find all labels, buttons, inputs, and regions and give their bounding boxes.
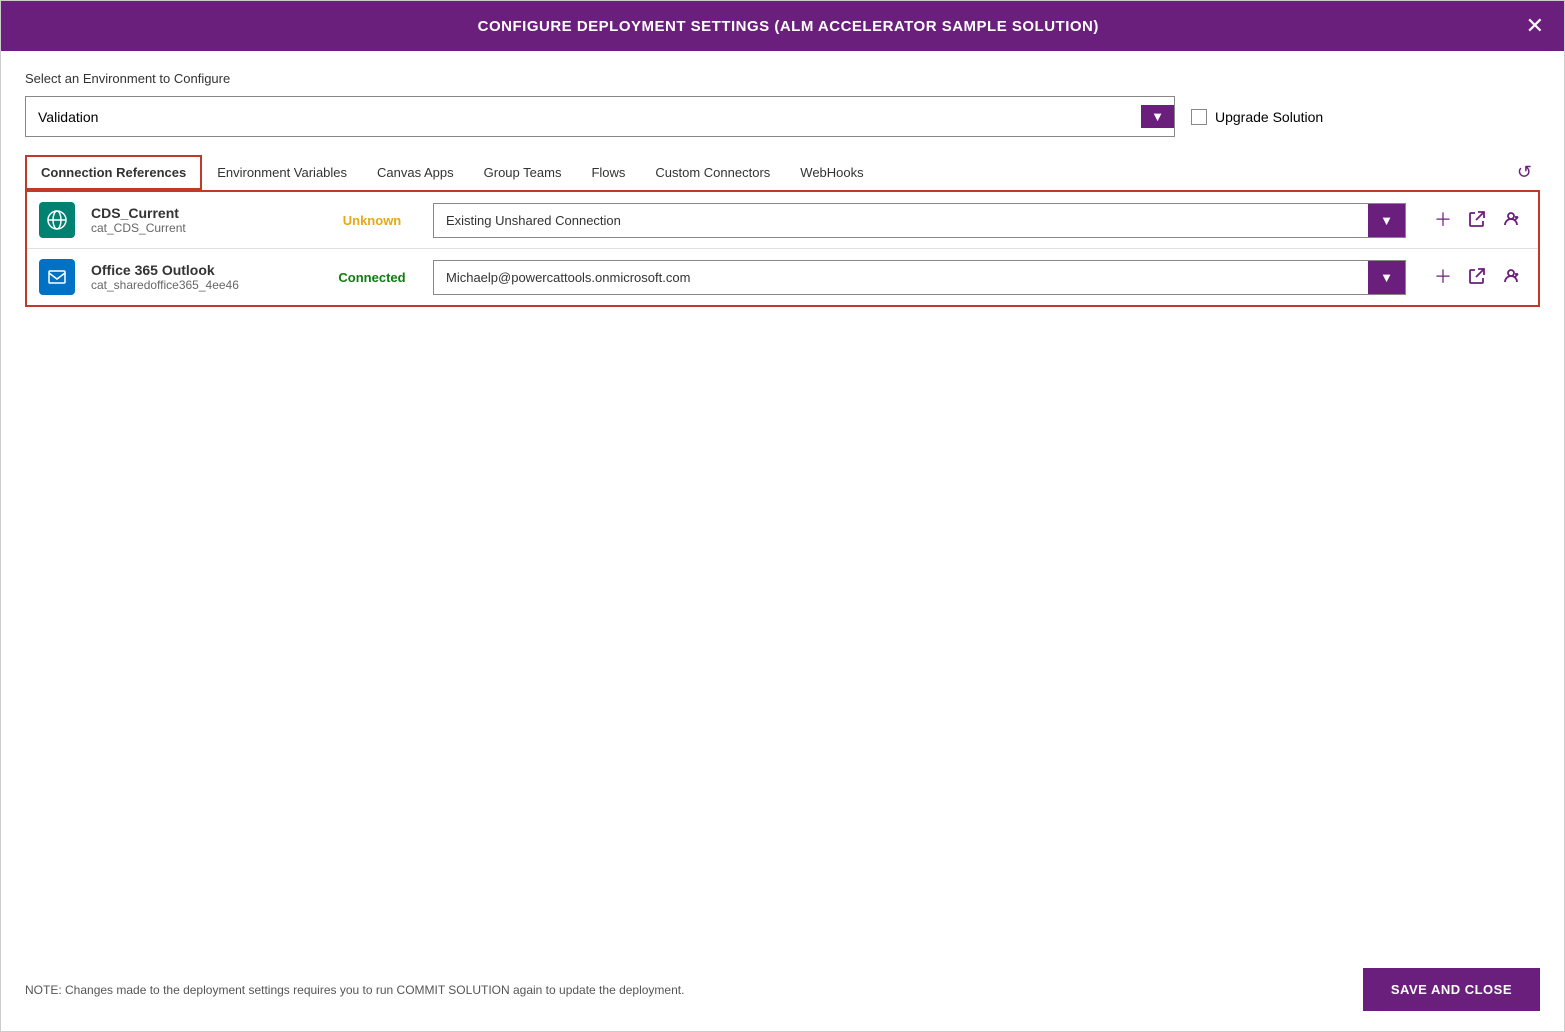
outlook-status: Connected (327, 270, 417, 285)
cds-share-button[interactable] (1496, 206, 1526, 235)
save-close-button[interactable]: SAVE AND CLOSE (1363, 968, 1540, 1011)
cds-key: cat_CDS_Current (91, 221, 311, 235)
cds-connection-value: Existing Unshared Connection (434, 205, 1368, 236)
tab-custom-connectors[interactable]: Custom Connectors (640, 156, 785, 189)
outlook-add-button[interactable]: ＋ (1428, 264, 1458, 290)
modal-header: CONFIGURE DEPLOYMENT SETTINGS (ALM Accel… (1, 1, 1564, 51)
tab-canvas-apps[interactable]: Canvas Apps (362, 156, 469, 189)
cds-add-button[interactable]: ＋ (1428, 207, 1458, 233)
outlook-actions: ＋ (1428, 263, 1526, 292)
configure-deployment-modal: CONFIGURE DEPLOYMENT SETTINGS (ALM Accel… (0, 0, 1565, 1032)
tab-flows[interactable]: Flows (576, 156, 640, 189)
refresh-icon[interactable]: ↺ (1509, 158, 1540, 187)
connection-row-cds: CDS_Current cat_CDS_Current Unknown Exis… (27, 192, 1538, 249)
tab-connection-references[interactable]: Connection References (25, 155, 202, 190)
upgrade-solution-label: Upgrade Solution (1215, 109, 1323, 125)
modal-body: Select an Environment to Configure Valid… (1, 51, 1564, 952)
upgrade-solution-checkbox[interactable] (1191, 109, 1207, 125)
cds-name: CDS_Current (91, 205, 311, 221)
outlook-key: cat_sharedoffice365_4ee46 (91, 278, 311, 292)
env-select-label: Select an Environment to Configure (25, 71, 1540, 86)
close-button[interactable]: ✕ (1526, 15, 1544, 37)
env-dropdown[interactable]: Validation ▼ (25, 96, 1175, 137)
tab-group-teams[interactable]: Group Teams (469, 156, 577, 189)
outlook-open-button[interactable] (1462, 263, 1492, 292)
outlook-share-button[interactable] (1496, 263, 1526, 292)
outlook-dropdown-button[interactable]: ▼ (1368, 261, 1405, 294)
env-dropdown-value: Validation (38, 109, 98, 125)
cds-connection-select[interactable]: Existing Unshared Connection ▼ (433, 203, 1406, 238)
tabs-row: Connection References Environment Variab… (25, 155, 1540, 190)
outlook-connection-select[interactable]: Michaelp@powercattools.onmicrosoft.com ▼ (433, 260, 1406, 295)
tab-environment-variables[interactable]: Environment Variables (202, 156, 362, 189)
outlook-name: Office 365 Outlook (91, 262, 311, 278)
outlook-connection-value: Michaelp@powercattools.onmicrosoft.com (434, 262, 1368, 293)
outlook-info: Office 365 Outlook cat_sharedoffice365_4… (91, 262, 311, 292)
modal-footer: NOTE: Changes made to the deployment set… (1, 952, 1564, 1031)
cds-actions: ＋ (1428, 206, 1526, 235)
env-select-row: Validation ▼ Upgrade Solution (25, 96, 1540, 137)
tab-webhooks[interactable]: WebHooks (785, 156, 878, 189)
upgrade-solution-wrapper[interactable]: Upgrade Solution (1191, 109, 1323, 125)
connections-table: CDS_Current cat_CDS_Current Unknown Exis… (25, 190, 1540, 307)
modal-title: CONFIGURE DEPLOYMENT SETTINGS (ALM Accel… (51, 18, 1526, 35)
outlook-icon (39, 259, 75, 295)
env-dropdown-arrow: ▼ (1141, 105, 1174, 128)
cds-icon (39, 202, 75, 238)
connection-row-outlook: Office 365 Outlook cat_sharedoffice365_4… (27, 249, 1538, 305)
cds-info: CDS_Current cat_CDS_Current (91, 205, 311, 235)
cds-dropdown-button[interactable]: ▼ (1368, 204, 1405, 237)
cds-status: Unknown (327, 213, 417, 228)
cds-open-button[interactable] (1462, 206, 1492, 235)
footer-note: NOTE: Changes made to the deployment set… (25, 983, 684, 997)
